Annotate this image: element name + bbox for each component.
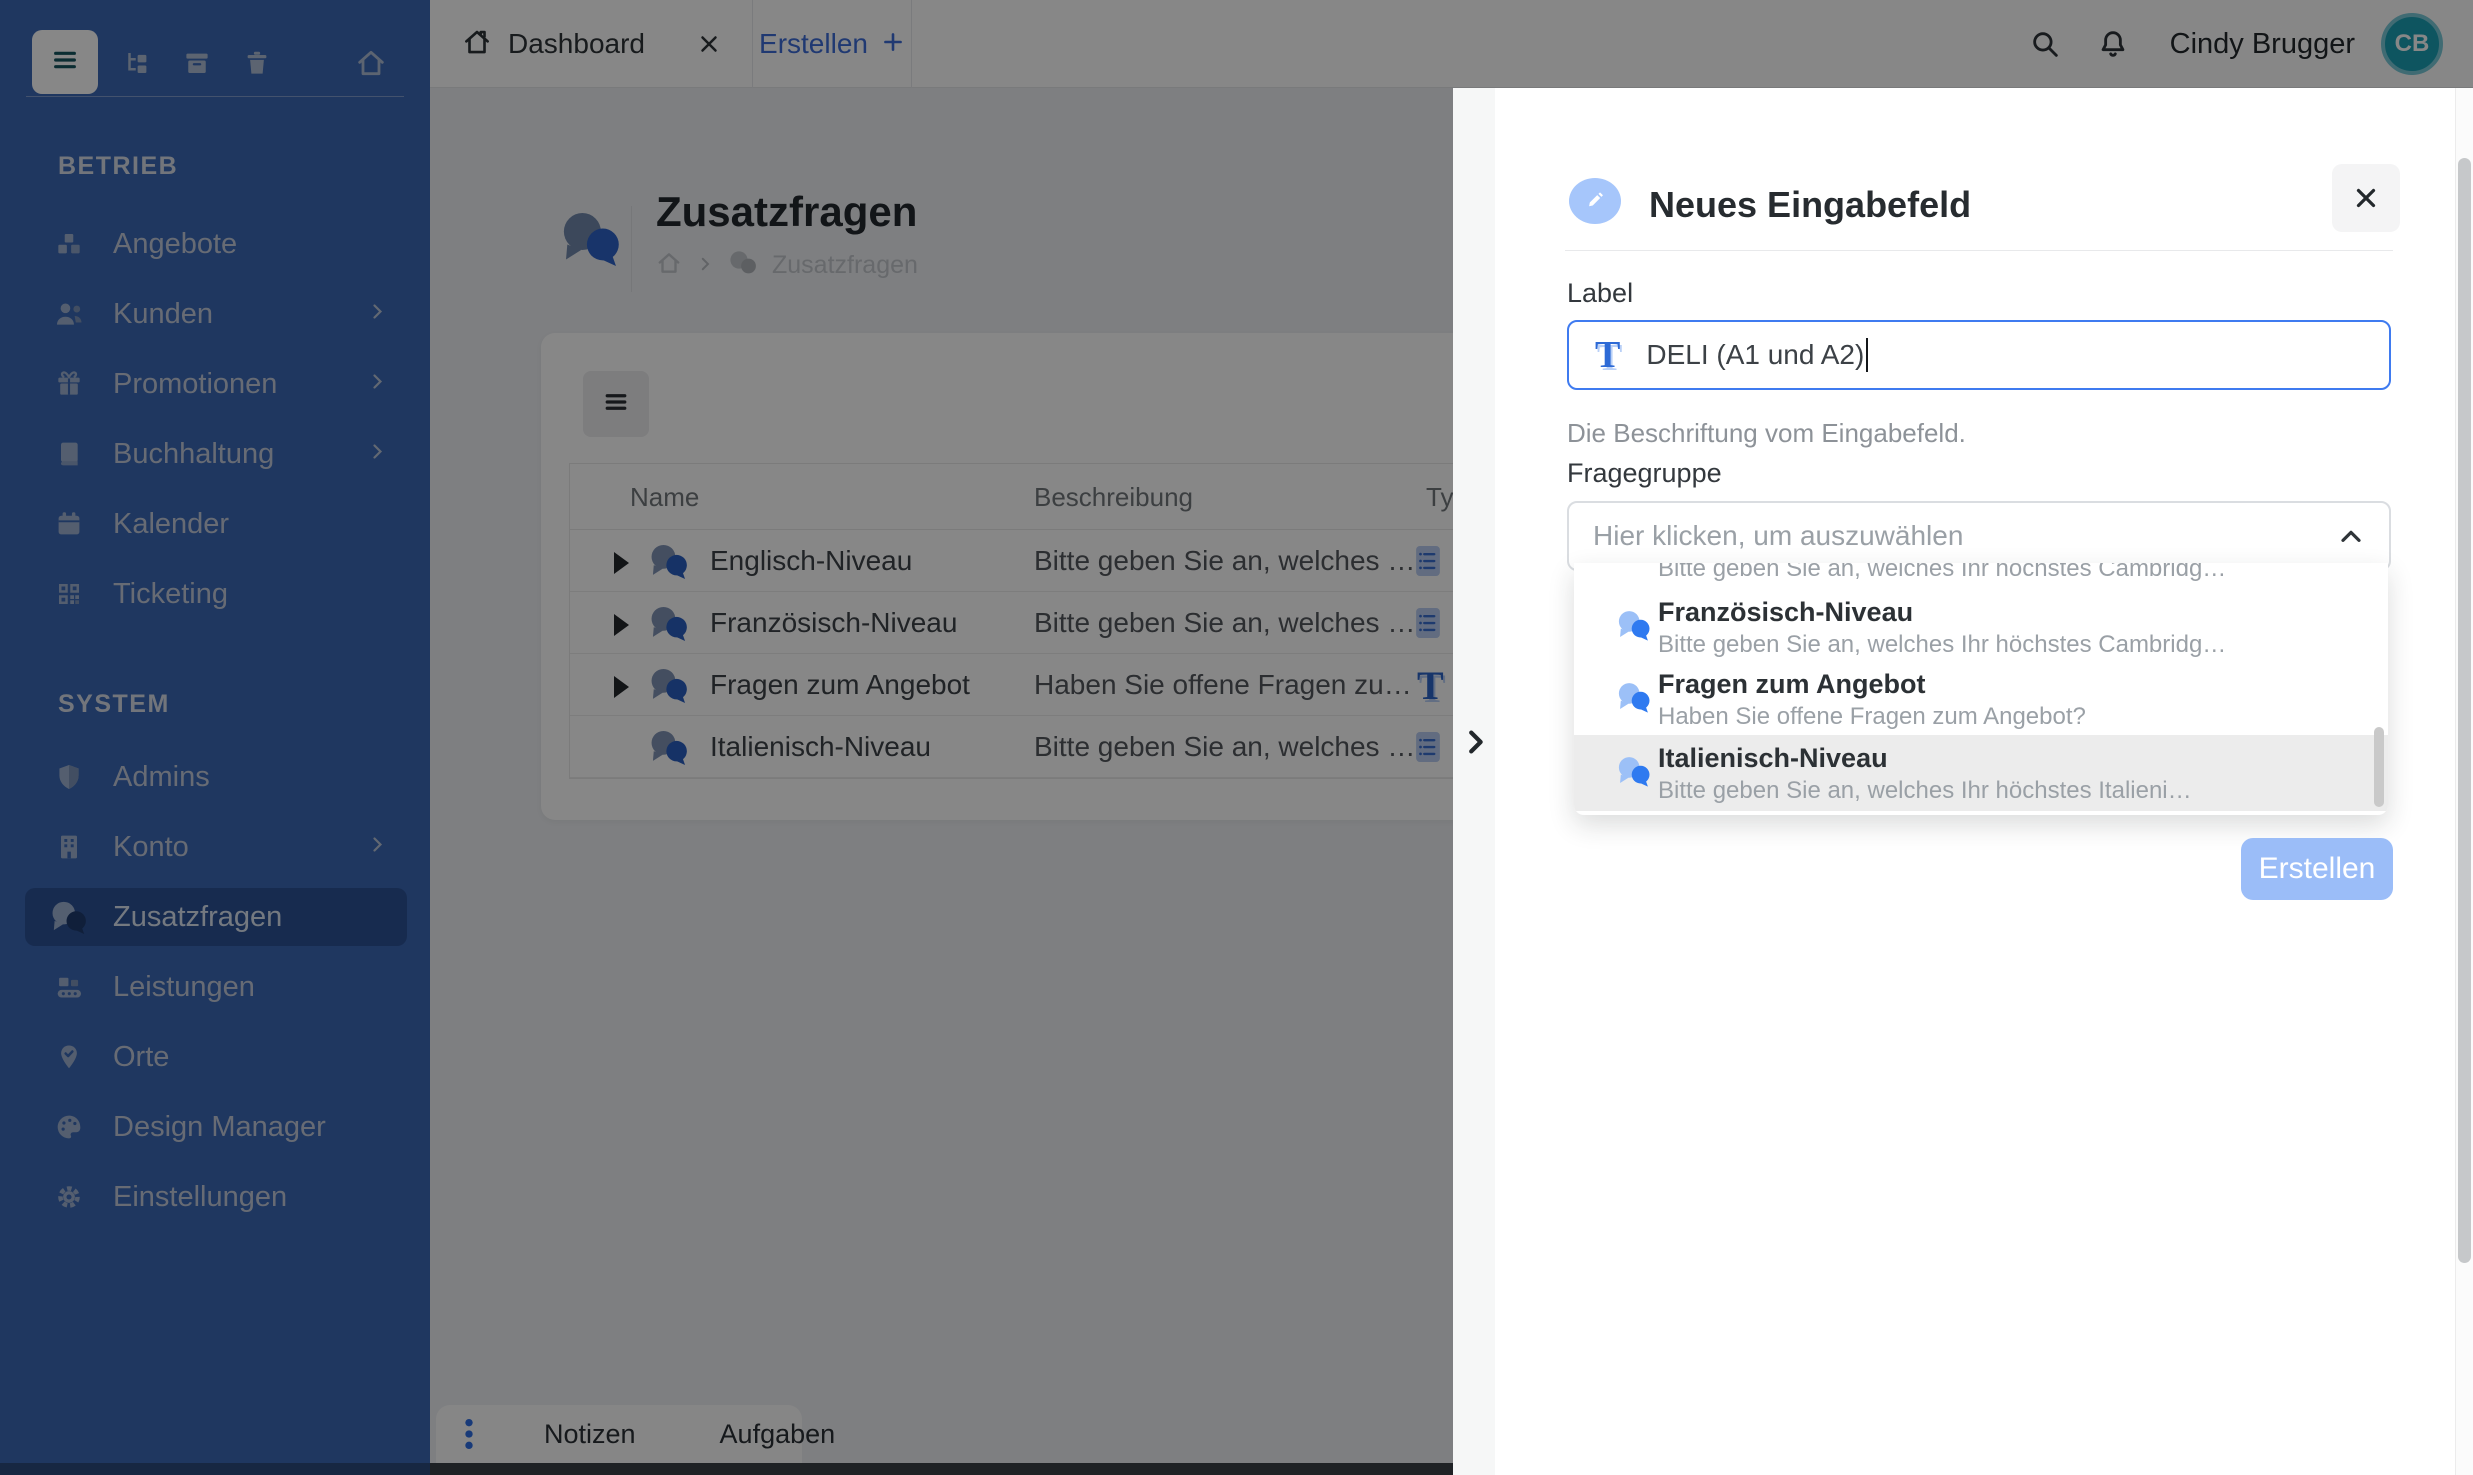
label-helper-text: Die Beschriftung vom Eingabefeld. (1567, 418, 1966, 448)
app-root: BETRIEB Angebote Kunden Promotionen Buch… (0, 0, 2473, 1475)
dropdown-scrollbar-thumb[interactable] (2374, 727, 2384, 807)
modal-backdrop[interactable] (1453, 0, 2473, 88)
dropdown-option[interactable]: Fragen zum Angebot Haben Sie offene Frag… (1574, 661, 2388, 733)
new-input-field-drawer: Neues Eingabefeld Label T DELI (A1 und A… (1453, 88, 2473, 1475)
drawer-scrollbar-thumb[interactable] (2458, 158, 2471, 1263)
drawer-title: Neues Eingabefeld (1649, 184, 1972, 225)
label-field-label: Label (1567, 278, 1634, 308)
select-placeholder: Hier klicken, um auszuwählen (1593, 520, 1964, 551)
drawer-close-button[interactable] (2332, 164, 2400, 232)
fragegruppe-select[interactable]: Hier klicken, um auszuwählen (1567, 501, 2391, 571)
fragegruppe-dropdown: Bitte geben Sie an, welches Ihr höchstes… (1574, 563, 2388, 815)
chat-bubbles-icon (1616, 681, 1652, 718)
label-input[interactable]: T DELI (A1 und A2) (1567, 320, 2391, 390)
modal-backdrop[interactable] (0, 0, 1453, 1475)
clipped-option-text: Bitte geben Sie an, welches Ihr höchstes… (1658, 563, 2227, 582)
dropdown-option[interactable]: Französisch-Niveau Bitte geben Sie an, w… (1574, 589, 2388, 661)
chat-bubbles-icon (1616, 755, 1652, 792)
drawer-edge (1453, 88, 1495, 1475)
chevron-up-icon (2335, 521, 2367, 558)
text-type-icon: T (1595, 334, 1621, 376)
group-field-label: Fragegruppe (1567, 458, 1722, 488)
erstellen-button[interactable]: Erstellen (2241, 838, 2393, 900)
label-input-value: DELI (A1 und A2) (1646, 339, 1865, 370)
text-cursor (1866, 338, 1869, 372)
drawer-header-divider (1565, 250, 2393, 251)
drawer-scrollbar[interactable] (2455, 88, 2473, 1475)
drawer-collapse-button[interactable] (1455, 716, 1495, 768)
chat-bubbles-icon (1616, 609, 1652, 646)
edit-chat-bubble-icon (1569, 178, 1621, 226)
dropdown-option-highlighted[interactable]: Italienisch-Niveau Bitte geben Sie an, w… (1574, 735, 2388, 811)
